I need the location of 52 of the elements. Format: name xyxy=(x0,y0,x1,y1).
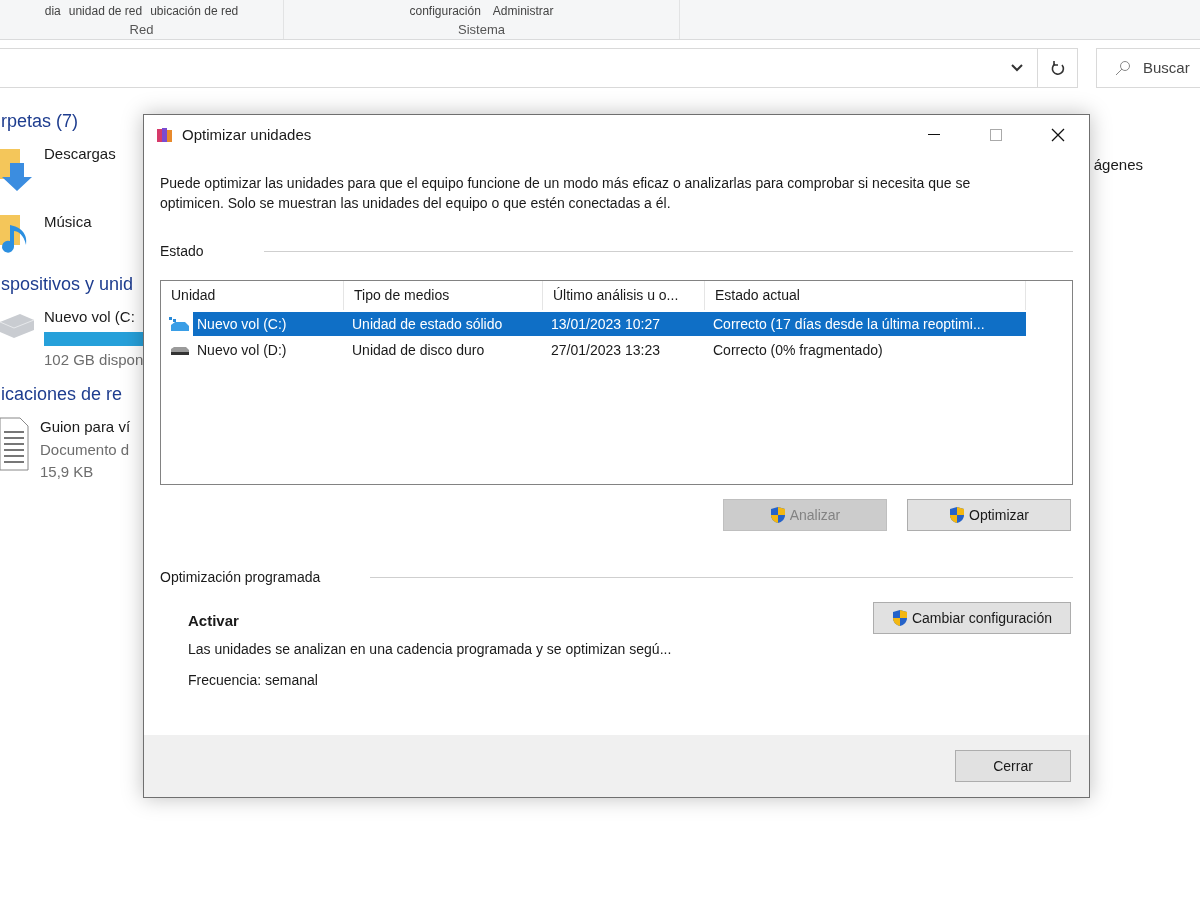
refresh-icon[interactable] xyxy=(1050,60,1065,76)
column-header[interactable]: Tipo de medios xyxy=(344,281,543,310)
table-cell[interactable]: Unidad de estado sólido xyxy=(344,312,543,336)
shield-icon xyxy=(769,506,786,524)
intro-text: Puede optimizar las unidades para que el equipo funcione de un modo más eficaz o analizarlas para comprobar si necesita que se optimicen. Solo se muestran las unidades del equipo o que estén conectadas a él. xyxy=(160,174,972,213)
drive-icon xyxy=(169,317,189,331)
table-cell[interactable]: Correcto (17 días desde la última reoptimi... xyxy=(705,312,1026,336)
ribbon-group-label: Red xyxy=(129,21,154,39)
table-cell[interactable]: Unidad de disco duro xyxy=(344,338,543,362)
search-input[interactable]: Buscar xyxy=(1143,56,1200,80)
item-name[interactable]: Descargas xyxy=(44,143,116,166)
section-heading[interactable]: rpetas (7) xyxy=(0,108,143,135)
item-size: 15,9 KB xyxy=(40,462,95,482)
section-label: Estado xyxy=(160,242,204,261)
search-icon xyxy=(1115,60,1131,76)
window-title: Optimizar unidades xyxy=(182,124,312,145)
schedule-state: Activar xyxy=(188,611,240,631)
optimize-button[interactable]: Optimizar xyxy=(907,499,1071,531)
item-name[interactable]: Guion para ví xyxy=(40,416,131,439)
ribbon-command[interactable]: dia xyxy=(44,2,61,20)
app-icon xyxy=(156,126,174,144)
change-settings-button[interactable]: Cambiar configuración xyxy=(873,602,1071,634)
shield-icon xyxy=(949,506,966,524)
close-dialog-button[interactable]: Cerrar xyxy=(955,750,1071,782)
shield-icon xyxy=(891,609,908,627)
schedule-frequency: Frecuencia: semanal xyxy=(188,670,319,690)
table-cell[interactable]: 13/01/2023 10:27 xyxy=(543,312,705,336)
section-label: Optimización programada xyxy=(160,568,321,587)
table-cell[interactable]: Nuevo vol (D:) xyxy=(193,338,344,362)
column-header[interactable]: Estado actual xyxy=(705,281,1026,310)
table-cell[interactable]: Nuevo vol (C:) xyxy=(193,312,344,336)
ribbon-command[interactable]: ubicación de red xyxy=(150,2,239,20)
search-field[interactable]: Buscar xyxy=(1096,48,1200,88)
ribbon-command[interactable]: configuración xyxy=(409,2,481,20)
chevron-down-icon[interactable] xyxy=(1011,64,1023,72)
ribbon-group-label: Sistema xyxy=(458,21,505,39)
schedule-description: Las unidades se analizan en una cadencia programada y se optimizan segú... xyxy=(188,639,673,659)
column-header[interactable]: Último análisis u o... xyxy=(543,281,705,310)
maximize-icon xyxy=(990,129,1002,141)
table-cell[interactable]: Correcto (0% fragmentado) xyxy=(705,338,1026,362)
table-cell[interactable]: 27/01/2023 13:23 xyxy=(543,338,705,362)
minimize-icon xyxy=(928,134,940,136)
item-name[interactable]: Música xyxy=(44,211,92,234)
column-header[interactable]: Unidad xyxy=(161,281,344,310)
ribbon-command[interactable]: Administrar xyxy=(492,2,554,20)
section-heading[interactable]: icaciones de re xyxy=(0,381,143,408)
ribbon-command[interactable]: unidad de red xyxy=(68,2,143,20)
item-detail: Documento d xyxy=(40,439,131,460)
close-icon xyxy=(1051,128,1065,142)
item-detail: 102 GB dispon xyxy=(44,349,145,370)
section-heading[interactable]: spositivos y unid xyxy=(0,271,143,298)
item-name[interactable]: ágenes xyxy=(1093,154,1143,494)
